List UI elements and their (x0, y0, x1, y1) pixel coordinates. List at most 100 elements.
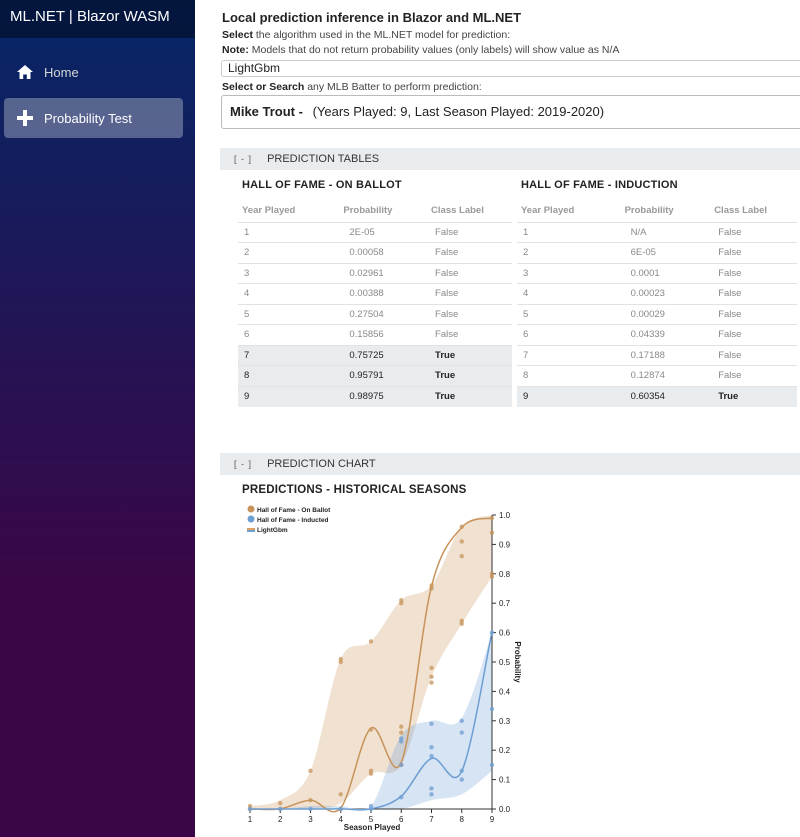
series-1-point (429, 786, 434, 791)
series-0-point (399, 598, 404, 603)
x-tick-label: 7 (429, 815, 434, 824)
series-1-point (399, 736, 404, 741)
on-ballot-table-title: HALL OF FAME - ON BALLOT (242, 179, 402, 191)
series-1-point (368, 803, 374, 809)
table-row: 8 0.95791 True (238, 365, 512, 386)
y-tick-label: 0.2 (499, 746, 511, 755)
search-prompt-text: any MLB Batter to perform prediction: (304, 81, 482, 93)
x-tick-label: 1 (248, 815, 253, 824)
table-cell: 1 (517, 221, 621, 243)
induction-table: Year Played Probability Class Label 1 N/A Fal… (517, 200, 797, 407)
search-prompt-bold: Select or Search (222, 81, 305, 93)
series-1-point (459, 718, 464, 723)
table-cell: 2 (238, 242, 340, 263)
table-cell: False (427, 221, 512, 243)
series-0-point (368, 639, 374, 644)
chart-section-label: PREDICTION CHART (267, 458, 376, 470)
app-brand[interactable]: ML.NET | Blazor WASM (0, 0, 195, 38)
search-prompt: Select or Search any MLB Batter to perfo… (222, 81, 482, 93)
table-cell: 0.00058 (339, 242, 428, 263)
y-tick-label: 0.5 (499, 658, 511, 667)
table-row: 9 0.98975 True (238, 385, 512, 407)
table-cell: False (427, 242, 512, 263)
table-cell: 1 (238, 221, 340, 243)
column-header: Probability (624, 205, 674, 217)
algorithm-prompt-text: the algorithm used in the ML.NET model f… (252, 29, 511, 41)
table-row: 5 0.27504 False (238, 303, 512, 325)
y-tick-label: 0.3 (499, 717, 511, 726)
x-axis-label: Season Played (344, 823, 401, 832)
induction-table-title: HALL OF FAME - INDUCTION (521, 179, 678, 191)
nav-item-home[interactable]: Home (4, 52, 183, 92)
legend-swatch (247, 515, 255, 523)
y-tick-label: 0.1 (499, 776, 511, 785)
on-ballot-table: Year Played Probability Class Label 1 2E-05 F… (238, 200, 512, 407)
table-cell: 0.17188 (620, 344, 711, 366)
series-0-point (429, 665, 434, 671)
y-tick-label: 0.8 (499, 570, 511, 579)
table-row: 4 0.00023 False (517, 283, 797, 304)
series-0-point (368, 768, 374, 773)
note-body: Models that do not return probability va… (248, 44, 620, 56)
table-row: 3 0.0001 False (517, 262, 797, 284)
table-row: 2 0.00058 False (238, 242, 512, 263)
table-cell: 0.00023 (620, 283, 711, 304)
series-0-point (399, 724, 404, 729)
y-axis-label: Probability (513, 641, 522, 683)
series-0-point (429, 674, 434, 679)
series-0-point (489, 530, 495, 535)
series-1-point (459, 777, 464, 782)
table-cell: 5 (517, 303, 621, 325)
series-1-point (429, 753, 434, 759)
table-cell: 2E-05 (339, 221, 428, 243)
table-cell: 0.02961 (339, 262, 428, 284)
x-tick-label: 8 (460, 815, 465, 824)
sidebar: ML.NET | Blazor WASM Home Probability Te… (0, 0, 195, 837)
table-cell: 8 (238, 365, 340, 386)
note-bold: Note: (222, 44, 249, 56)
series-0-point (459, 553, 464, 559)
chart-collapse-toggle[interactable]: [ - ] (234, 459, 252, 469)
nav-item-probability-test[interactable]: Probability Test (4, 98, 183, 138)
player-search-input[interactable]: Mike Trout - (Years Played: 9, Last Seas… (221, 95, 800, 129)
algorithm-select[interactable]: LightGbm (221, 60, 800, 77)
table-cell: False (710, 242, 797, 263)
y-tick-label: 0.9 (499, 540, 511, 549)
tables-section-label: PREDICTION TABLES (267, 153, 380, 165)
table-row: 1 2E-05 False (238, 221, 512, 243)
table-cell: 7 (238, 344, 340, 366)
series-1-point (489, 630, 495, 635)
legend-swatch (247, 530, 255, 532)
home-icon (16, 63, 34, 81)
table-row: 6 0.04339 False (517, 324, 797, 345)
series-0-point (308, 797, 313, 803)
table-cell: 9 (238, 385, 340, 407)
tables-collapse-toggle[interactable]: [ - ] (234, 154, 252, 164)
series-0-point (368, 727, 374, 732)
table-cell: 0.00388 (339, 283, 428, 304)
table-cell: True (710, 385, 797, 407)
y-tick-label: 0.7 (499, 599, 511, 608)
series-1-point (429, 721, 434, 726)
x-tick-label: 9 (490, 815, 495, 824)
table-cell: 0.15856 (339, 324, 428, 345)
column-header: Class Label (431, 205, 484, 217)
table-header-row: Year Played Probability Class Label (517, 200, 797, 222)
table-cell: False (710, 262, 797, 284)
prediction-tables-header: [ - ] PREDICTION TABLES (220, 148, 800, 170)
table-row: 6 0.15856 False (238, 324, 512, 345)
table-row: 7 0.75725 True (238, 344, 512, 366)
y-tick-label: 0.4 (499, 687, 511, 696)
series-0-point (459, 618, 464, 624)
table-cell: 4 (517, 283, 621, 304)
plus-icon (16, 109, 34, 127)
table-cell: False (427, 303, 512, 325)
table-cell: 4 (238, 283, 340, 304)
series-0-point (338, 656, 343, 662)
table-cell: 5 (238, 303, 340, 325)
x-tick-label: 2 (278, 815, 283, 824)
table-cell: False (427, 324, 512, 345)
table-cell: False (710, 221, 797, 243)
table-cell: True (427, 344, 512, 366)
table-cell: True (427, 385, 512, 407)
